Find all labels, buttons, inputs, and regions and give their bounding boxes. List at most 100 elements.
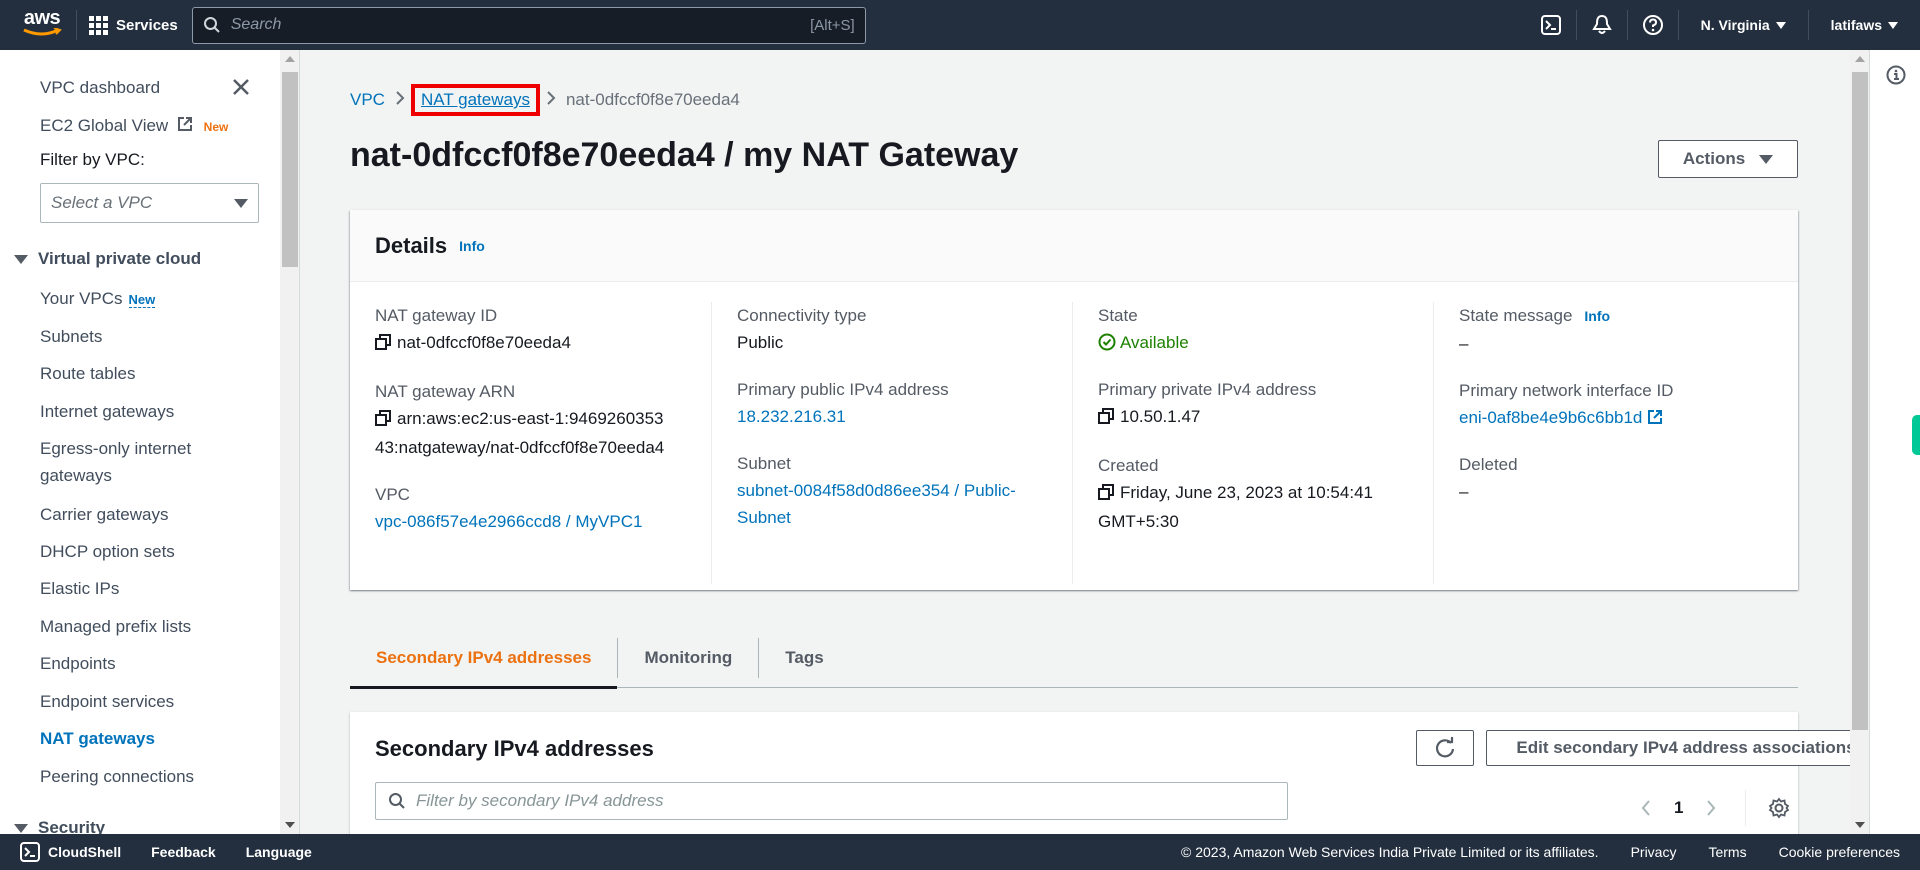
details-column-1: NAT gateway ID nat-0dfccf0f8e70eeda4 NAT… — [375, 306, 665, 531]
sidebar-item-endpoint-services[interactable]: Endpoint services — [40, 688, 174, 715]
cloudshell-footer-button[interactable]: CloudShell — [20, 842, 121, 862]
divider — [76, 10, 77, 40]
scrollbar-thumb[interactable] — [282, 72, 298, 267]
public-ip-link[interactable]: 18.232.216.31 — [737, 407, 846, 426]
aws-logo[interactable]: aws — [20, 8, 64, 42]
vpc-filter-select[interactable]: Select a VPC — [40, 183, 259, 223]
edit-secondary-ipv4-associations-button[interactable]: Edit secondary IPv4 address associations — [1486, 730, 1850, 766]
chevron-left-icon[interactable] — [1640, 799, 1652, 817]
secondary-ipv4-title: Secondary IPv4 addresses — [375, 736, 654, 761]
sidebar-item-dhcp-option-sets[interactable]: DHCP option sets — [40, 538, 175, 565]
sidebar-item-nat-gateways[interactable]: NAT gateways — [40, 725, 155, 752]
feedback-link[interactable]: Feedback — [151, 844, 216, 860]
breadcrumb-nat-gateways[interactable]: NAT gateways — [421, 90, 530, 109]
copy-icon[interactable] — [375, 331, 391, 358]
privacy-link[interactable]: Privacy — [1631, 844, 1677, 860]
copy-icon[interactable] — [375, 407, 391, 434]
main-content: VPC NAT gateways nat-0dfccf0f8e70eeda4 n… — [300, 50, 1850, 834]
sidebar-item-elastic-ips[interactable]: Elastic IPs — [40, 575, 119, 602]
cloudshell-button[interactable] — [1526, 15, 1576, 35]
private-ip-value: 10.50.1.47 — [1120, 407, 1201, 426]
chevron-right-icon — [395, 90, 405, 111]
scroll-down-arrow-icon[interactable] — [285, 822, 295, 828]
filter-by-vpc-label: Filter by VPC: — [40, 150, 145, 169]
caret-down-icon — [14, 823, 28, 833]
sidebar: VPC dashboard EC2 Global View New Filter… — [0, 50, 280, 834]
chevron-right-icon[interactable] — [1705, 799, 1717, 817]
breadcrumb: VPC NAT gateways nat-0dfccf0f8e70eeda4 — [350, 84, 740, 116]
actions-button[interactable]: Actions — [1658, 140, 1798, 178]
sidebar-item-carrier-gateways[interactable]: Carrier gateways — [40, 501, 169, 528]
close-sidebar-button[interactable] — [232, 78, 250, 101]
help-button[interactable] — [1628, 14, 1678, 36]
search-input[interactable]: Search [Alt+S] — [191, 6, 866, 44]
network-interface-link[interactable]: eni-0af8be4e9b6c6bb1d — [1459, 408, 1663, 427]
sidebar-item-ec2-global-view[interactable]: EC2 Global View New — [40, 112, 228, 141]
sidebar-item-vpc-dashboard[interactable]: VPC dashboard — [40, 74, 160, 101]
account-menu[interactable]: latifaws — [1809, 17, 1920, 33]
copy-icon[interactable] — [1098, 481, 1114, 508]
aws-smile-icon — [23, 28, 62, 36]
tab-secondary-ipv4-addresses[interactable]: Secondary IPv4 addresses — [350, 638, 618, 689]
state-message-info-link[interactable]: Info — [1584, 308, 1610, 324]
connectivity-type-value: Public — [737, 333, 784, 352]
secondary-ipv4-panel: Secondary IPv4 addresses Edit secondary … — [350, 712, 1850, 834]
details-column-4: State message Info – Primary network inte… — [1433, 302, 1794, 584]
services-menu-button[interactable]: Services — [89, 15, 178, 35]
details-title: Details — [375, 232, 448, 258]
subnet-link[interactable]: subnet-0084f58d0d86ee354 / Public-Subnet — [737, 481, 1016, 527]
sidebar-item-route-tables[interactable]: Route tables — [40, 360, 135, 387]
new-badge: New — [203, 120, 229, 134]
sidebar-item-egress-only-internet-gateways[interactable]: Egress-only internet gateways — [40, 435, 240, 489]
sidebar-scrollbar[interactable] — [280, 50, 300, 834]
details-column-2: Connectivity type Public Primary public … — [711, 302, 1072, 584]
language-selector[interactable]: Language — [246, 844, 312, 860]
created-value: Friday, June 23, 2023 at 10:54:41 GMT+5:… — [1098, 483, 1373, 531]
scroll-up-arrow-icon[interactable] — [285, 56, 295, 62]
main-scrollbar[interactable] — [1850, 50, 1870, 834]
sidebar-item-subnets[interactable]: Subnets — [40, 323, 102, 350]
tab-tags[interactable]: Tags — [758, 637, 849, 678]
sidebar-item-internet-gateways[interactable]: Internet gateways — [40, 398, 174, 425]
cookie-preferences-link[interactable]: Cookie preferences — [1779, 844, 1900, 860]
search-icon — [389, 793, 405, 809]
copyright-text: © 2023, Amazon Web Services India Privat… — [1181, 844, 1599, 860]
sidebar-item-peering-connections[interactable]: Peering connections — [40, 763, 194, 790]
feedback-tab[interactable] — [1912, 415, 1920, 455]
tab-bar: Secondary IPv4 addresses Monitoring Tags — [350, 628, 1798, 689]
nat-gateway-arn-value: arn:aws:ec2:us-east-1:946926035343:natga… — [375, 409, 665, 457]
notifications-button[interactable] — [1577, 14, 1627, 36]
page-number[interactable]: 1 — [1674, 798, 1683, 818]
scroll-down-arrow-icon[interactable] — [1855, 822, 1865, 828]
close-icon — [233, 79, 249, 95]
info-panel-button[interactable] — [1886, 65, 1906, 90]
details-info-link[interactable]: Info — [459, 238, 485, 254]
external-link-icon — [177, 117, 192, 131]
footer: CloudShell Feedback Language © 2023, Ama… — [0, 834, 1920, 870]
tab-monitoring[interactable]: Monitoring — [617, 637, 758, 678]
terms-link[interactable]: Terms — [1708, 844, 1746, 860]
sidebar-section-security[interactable]: Security — [14, 818, 105, 834]
breadcrumb-vpc[interactable]: VPC — [350, 90, 385, 110]
notifications-bell-icon — [1591, 14, 1612, 34]
scrollbar-thumb[interactable] — [1852, 72, 1868, 730]
scroll-up-arrow-icon[interactable] — [1855, 56, 1865, 62]
refresh-button[interactable] — [1416, 730, 1474, 766]
divider — [1745, 790, 1747, 826]
vpc-link[interactable]: vpc-086f57e4e2966ccd8 / MyVPC1 — [375, 512, 642, 531]
secondary-ipv4-filter-input[interactable]: Filter by secondary IPv4 address — [375, 782, 1288, 820]
region-selector[interactable]: N. Virginia — [1679, 17, 1808, 33]
sidebar-item-managed-prefix-lists[interactable]: Managed prefix lists — [40, 613, 191, 640]
sidebar-section-virtual-private-cloud[interactable]: Virtual private cloud — [14, 249, 201, 269]
sidebar-item-your-vpcs[interactable]: Your VPCs New — [40, 285, 156, 313]
success-check-icon — [1098, 333, 1116, 351]
new-badge: New — [128, 292, 156, 308]
settings-gear-icon[interactable] — [1768, 797, 1790, 819]
refresh-icon — [1435, 737, 1455, 758]
nat-gateway-id-value: nat-0dfccf0f8e70eeda4 — [397, 333, 571, 352]
state-message-value: – — [1459, 334, 1469, 353]
sidebar-item-endpoints[interactable]: Endpoints — [40, 650, 116, 677]
search-icon — [203, 17, 220, 33]
breadcrumb-current: nat-0dfccf0f8e70eeda4 — [565, 90, 740, 109]
copy-icon[interactable] — [1098, 405, 1114, 432]
